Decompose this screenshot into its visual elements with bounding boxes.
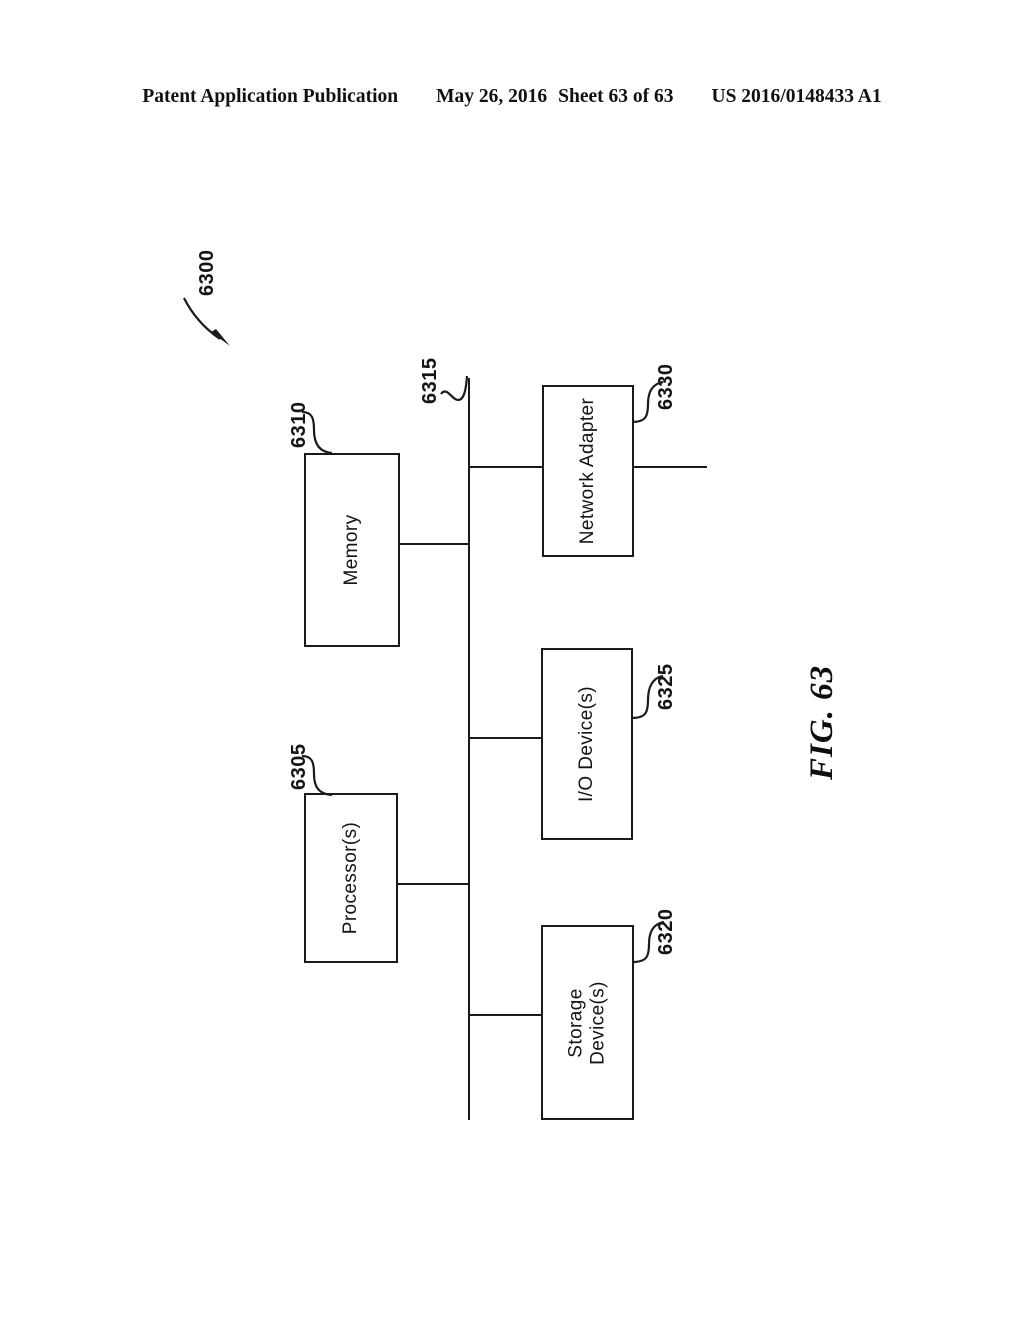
wire-memory-to-bus bbox=[399, 543, 469, 545]
figure-63-diagram: 6300 6315 Memory 6310 Processor(s) 6305 bbox=[0, 0, 1024, 1320]
system-bus-line bbox=[468, 378, 470, 1120]
block-network-adapter-label: Network Adapter bbox=[576, 397, 598, 545]
reference-numeral-6300: 6300 bbox=[196, 249, 218, 297]
processor-leader-squiggle bbox=[301, 754, 333, 797]
wire-bus-to-io-devices bbox=[468, 737, 543, 739]
block-io-devices: I/O Device(s) bbox=[541, 648, 633, 840]
patent-drawing-page: Patent Application Publication May 26, 20… bbox=[0, 0, 1024, 1320]
storage-label-line-1: Storage Device(s) bbox=[565, 980, 609, 1065]
memory-leader-squiggle bbox=[301, 410, 333, 455]
block-storage-devices: Storage Device(s) bbox=[541, 925, 634, 1120]
system-leader-arrow bbox=[183, 297, 230, 346]
wire-bus-to-network-adapter bbox=[468, 466, 544, 468]
block-memory: Memory bbox=[304, 453, 400, 647]
figure-caption: FIG. 63 bbox=[804, 664, 840, 780]
storage-devices-leader-squiggle bbox=[632, 920, 665, 964]
block-memory-label: Memory bbox=[340, 514, 362, 586]
wire-network-adapter-to-network bbox=[633, 466, 707, 468]
wire-bus-to-storage-devices bbox=[468, 1014, 543, 1016]
io-devices-leader-squiggle bbox=[631, 674, 664, 720]
bus-leader-squiggle bbox=[440, 375, 469, 402]
block-processor-label: Processor(s) bbox=[339, 821, 361, 935]
wire-processor-to-bus bbox=[397, 883, 469, 885]
block-processor: Processor(s) bbox=[304, 793, 398, 963]
block-network-adapter: Network Adapter bbox=[542, 385, 634, 557]
block-io-devices-label: I/O Device(s) bbox=[575, 685, 597, 803]
reference-numeral-6315: 6315 bbox=[419, 357, 441, 405]
block-storage-devices-label: Storage Device(s) bbox=[565, 981, 610, 1065]
network-adapter-leader-squiggle bbox=[631, 380, 664, 424]
